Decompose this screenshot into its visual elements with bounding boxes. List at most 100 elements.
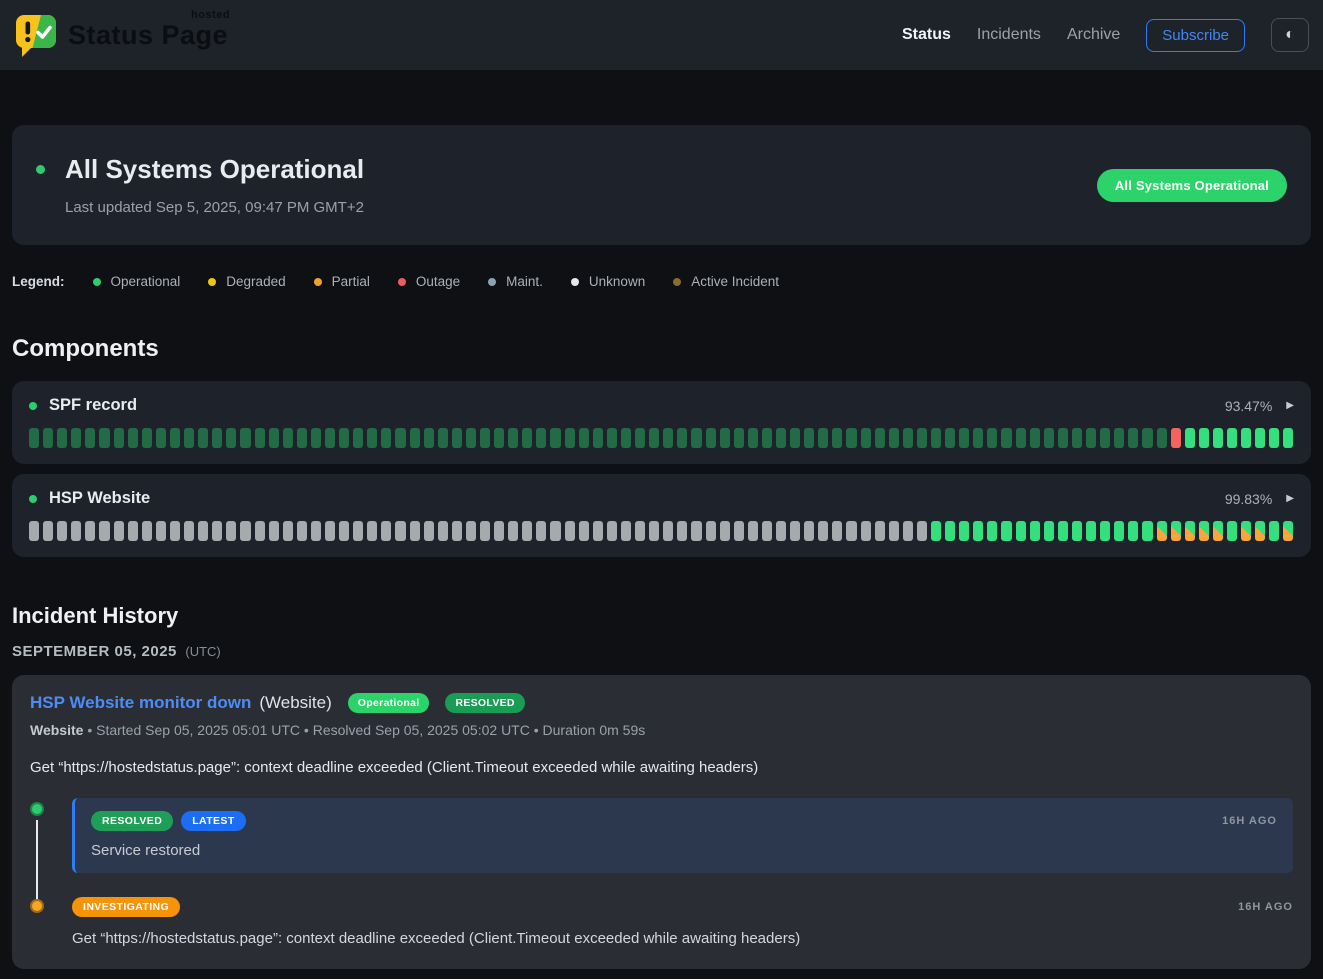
half-circle-theme-icon: ◐ — [1285, 27, 1295, 43]
uptime-bar — [720, 521, 730, 541]
legend-item-label: Degraded — [226, 274, 285, 289]
subscribe-button[interactable]: Subscribe — [1146, 19, 1245, 52]
uptime-bar — [663, 428, 673, 448]
expand-chevron-icon[interactable]: ▶ — [1286, 400, 1294, 411]
uptime-bar — [522, 521, 532, 541]
uptime-bar — [1044, 428, 1054, 448]
uptime-bar — [71, 521, 81, 541]
uptime-bar — [367, 521, 377, 541]
update-message: Service restored — [91, 842, 1277, 859]
component-uptime: 99.83% — [1225, 491, 1272, 507]
overall-status-dot — [36, 165, 45, 174]
uptime-bar — [1185, 521, 1195, 541]
legend-item: Partial — [314, 274, 370, 289]
uptime-bar — [1283, 521, 1293, 541]
uptime-bar — [508, 521, 518, 541]
uptime-bar — [452, 428, 462, 448]
incident-card: HSP Website monitor down (Website) Opera… — [12, 675, 1311, 969]
header: Status Page hosted Status Incidents Arch… — [0, 0, 1323, 70]
uptime-bar — [536, 521, 546, 541]
uptime-bar — [297, 521, 307, 541]
uptime-bar — [1227, 521, 1237, 541]
uptime-bar — [43, 428, 53, 448]
uptime-bar — [466, 428, 476, 448]
component-header-row[interactable]: HSP Website 99.83% ▶ — [29, 489, 1294, 508]
uptime-bar — [1100, 428, 1110, 448]
nav-archive[interactable]: Archive — [1067, 26, 1120, 44]
uptime-bar — [536, 428, 546, 448]
uptime-bar — [170, 428, 180, 448]
component-header-row[interactable]: SPF record 93.47% ▶ — [29, 396, 1294, 415]
uptime-bar — [973, 428, 983, 448]
uptime-bar — [691, 428, 701, 448]
uptime-bar — [1241, 521, 1251, 541]
incident-title-row: HSP Website monitor down (Website) Opera… — [30, 693, 1293, 713]
uptime-bar — [170, 521, 180, 541]
nav-incidents[interactable]: Incidents — [977, 26, 1041, 44]
components-list: SPF record 93.47% ▶ HSP Website 99.83% ▶ — [12, 381, 1311, 557]
uptime-bar — [1072, 521, 1082, 541]
uptime-bar — [494, 521, 504, 541]
latest-update-card: RESOLVED LATEST 16H AGO Service restored — [72, 798, 1293, 873]
update-timestamp: 16H AGO — [1222, 815, 1277, 827]
uptime-bar — [269, 521, 279, 541]
uptime-bar — [649, 521, 659, 541]
uptime-bar — [184, 428, 194, 448]
uptime-bar — [1157, 521, 1167, 541]
uptime-bar — [353, 521, 363, 541]
uptime-bar — [339, 428, 349, 448]
uptime-bar — [649, 428, 659, 448]
uptime-bar — [677, 521, 687, 541]
uptime-bar — [1128, 521, 1138, 541]
incident-error-message: Get “https://hostedstatus.page”: context… — [30, 759, 1293, 776]
uptime-bar — [395, 428, 405, 448]
uptime-bar — [1016, 428, 1026, 448]
uptime-bar — [128, 521, 138, 541]
incident-title-link[interactable]: HSP Website monitor down — [30, 693, 251, 713]
uptime-bar — [311, 428, 321, 448]
uptime-bar — [1086, 521, 1096, 541]
uptime-bar — [325, 428, 335, 448]
uptime-bar — [861, 521, 871, 541]
legend-item: Degraded — [208, 274, 285, 289]
uptime-bar — [1269, 428, 1279, 448]
uptime-bar — [987, 428, 997, 448]
uptime-bar — [142, 428, 152, 448]
uptime-bar — [29, 428, 39, 448]
legend-status-dot — [571, 278, 579, 286]
incident-date: SEPTEMBER 05, 2025 — [12, 643, 177, 660]
timeline-dot-investigating — [30, 899, 44, 913]
uptime-bar — [438, 428, 448, 448]
theme-toggle-button[interactable]: ◐ — [1271, 18, 1309, 52]
expand-chevron-icon[interactable]: ▶ — [1286, 493, 1294, 504]
uptime-bar — [480, 521, 490, 541]
uptime-bar — [1142, 521, 1152, 541]
incident-meta-details: • Started Sep 05, 2025 05:01 UTC • Resol… — [83, 722, 645, 738]
uptime-bar — [283, 521, 293, 541]
uptime-bar — [198, 428, 208, 448]
legend-status-dot — [93, 278, 101, 286]
uptime-bar — [57, 428, 67, 448]
uptime-bar — [959, 521, 969, 541]
uptime-bar — [1213, 428, 1223, 448]
uptime-bar — [508, 428, 518, 448]
uptime-bar — [226, 521, 236, 541]
uptime-bar — [903, 521, 913, 541]
uptime-bar — [663, 521, 673, 541]
uptime-bar — [142, 521, 152, 541]
main-content: All Systems Operational Last updated Sep… — [0, 125, 1323, 969]
uptime-bar — [861, 428, 871, 448]
legend-item-label: Unknown — [589, 274, 645, 289]
component-status-dot — [29, 402, 37, 410]
legend-items: Operational Degraded Partial Outage Main… — [93, 274, 780, 289]
nav-status[interactable]: Status — [902, 26, 951, 44]
uptime-bar — [339, 521, 349, 541]
uptime-bar — [452, 521, 462, 541]
uptime-bar — [748, 521, 758, 541]
uptime-bar — [818, 428, 828, 448]
uptime-bar — [1255, 428, 1265, 448]
uptime-bar — [846, 428, 856, 448]
uptime-bar — [1269, 521, 1279, 541]
uptime-bar — [240, 521, 250, 541]
uptime-bar — [198, 521, 208, 541]
